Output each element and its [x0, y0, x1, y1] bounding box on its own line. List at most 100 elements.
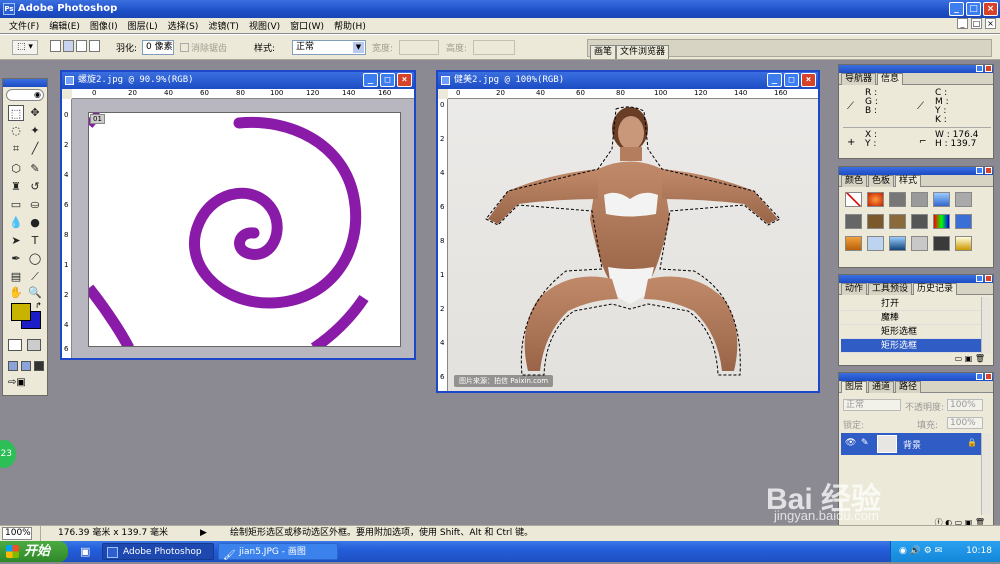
doc-minimize-button[interactable]: _: [957, 18, 968, 29]
style-swatch[interactable]: [867, 236, 884, 251]
pen-tool-icon[interactable]: ✒: [8, 251, 24, 267]
show-desktop-icon[interactable]: ▣: [80, 545, 90, 558]
fill-input[interactable]: 100%: [947, 417, 983, 429]
photo-canvas[interactable]: 图片来源：拍信 Paixin.com: [448, 99, 818, 391]
move-tool-icon[interactable]: ✥: [27, 105, 43, 121]
paint-bucket-icon[interactable]: ⛀: [27, 197, 43, 213]
menu-file[interactable]: 文件(F): [4, 19, 44, 32]
tab-navigator[interactable]: 导航器: [841, 73, 877, 85]
tool-preset-picker[interactable]: ⬚ ▾: [12, 40, 38, 55]
style-swatch[interactable]: [933, 192, 950, 207]
layer-row-background[interactable]: 👁 ✎ 背景 🔒: [841, 433, 981, 455]
menu-edit[interactable]: 编辑(E): [44, 19, 85, 32]
palette-minimize-button[interactable]: [976, 65, 983, 72]
start-button[interactable]: 开始: [0, 541, 68, 562]
hand-tool-icon[interactable]: ✋: [8, 285, 24, 301]
palette-title-bar[interactable]: [839, 373, 993, 381]
style-swatch[interactable]: [955, 236, 972, 251]
maximize-button[interactable]: □: [966, 2, 981, 16]
menu-select[interactable]: 选择(S): [163, 19, 204, 32]
tray-icons[interactable]: ◉ 🔊 ⚙ ✉: [899, 541, 942, 562]
palette-close-button[interactable]: [985, 167, 992, 174]
eraser-tool-icon[interactable]: ▭: [8, 197, 24, 213]
doc2-maximize-button[interactable]: □: [784, 73, 799, 87]
tab-styles[interactable]: 样式: [895, 175, 922, 187]
menu-window[interactable]: 窗口(W): [285, 19, 329, 32]
style-swatch[interactable]: [911, 192, 928, 207]
history-footer-icons[interactable]: ▭ ▣ 🗑: [841, 354, 991, 364]
tab-actions[interactable]: 动作: [841, 283, 868, 295]
status-arrow-icon[interactable]: ▶: [200, 526, 207, 541]
height-input[interactable]: [473, 40, 515, 55]
palette-minimize-button[interactable]: [976, 167, 983, 174]
slice-tool-icon[interactable]: ╱: [27, 141, 43, 157]
brush-tool-icon[interactable]: ✎: [27, 161, 43, 177]
menu-image[interactable]: 图像(I): [85, 19, 123, 32]
doc1-title-bar[interactable]: 螺旋2.jpg @ 90.9%(RGB) _ □ ×: [62, 72, 414, 89]
clone-stamp-icon[interactable]: ♜: [8, 179, 24, 195]
menu-layer[interactable]: 图层(L): [123, 19, 163, 32]
style-swatch[interactable]: [955, 214, 972, 229]
healing-brush-icon[interactable]: ⬡: [8, 161, 24, 177]
add-selection-icon[interactable]: [63, 40, 74, 52]
history-item[interactable]: 矩形选框: [841, 325, 981, 339]
tab-history[interactable]: 历史记录: [913, 283, 958, 295]
shape-tool-icon[interactable]: ◯: [27, 251, 43, 267]
style-swatch[interactable]: [911, 214, 928, 229]
style-swatch[interactable]: [933, 214, 950, 229]
dodge-tool-icon[interactable]: ●: [27, 215, 43, 231]
tab-paths[interactable]: 路径: [895, 381, 922, 393]
history-brush-icon[interactable]: ↺: [27, 179, 43, 195]
magic-wand-tool-icon[interactable]: ✦: [27, 123, 43, 139]
blur-tool-icon[interactable]: 💧: [8, 215, 24, 231]
notes-tool-icon[interactable]: ▤: [8, 269, 24, 285]
menu-view[interactable]: 视图(V): [244, 19, 285, 32]
tab-color[interactable]: 颜色: [841, 175, 868, 187]
palette-close-button[interactable]: [985, 275, 992, 282]
style-swatch[interactable]: [845, 192, 862, 207]
taskbar-item-paint[interactable]: 🖌 jian5.JPG - 画图: [218, 543, 338, 561]
lasso-tool-icon[interactable]: ◌: [8, 123, 24, 139]
foreground-color-swatch[interactable]: [11, 303, 31, 321]
close-button[interactable]: ×: [983, 2, 998, 16]
style-swatch[interactable]: [845, 214, 862, 229]
history-item[interactable]: 魔棒: [841, 311, 981, 325]
doc2-close-button[interactable]: ×: [801, 73, 816, 87]
doc1-close-button[interactable]: ×: [397, 73, 412, 87]
zoom-tool-icon[interactable]: 🔍: [27, 285, 43, 301]
history-item[interactable]: 打开: [841, 297, 981, 311]
history-item-selected[interactable]: 矩形选框: [841, 339, 981, 353]
subtract-selection-icon[interactable]: [76, 40, 87, 52]
style-swatch[interactable]: [889, 192, 906, 207]
layers-scrollbar[interactable]: [981, 433, 991, 515]
screen-mode-standard-icon[interactable]: [8, 361, 18, 371]
palette-minimize-button[interactable]: [976, 373, 983, 380]
width-input[interactable]: [399, 40, 439, 55]
tab-swatches[interactable]: 色板: [868, 175, 895, 187]
path-selection-icon[interactable]: ➤: [8, 233, 24, 249]
style-swatch[interactable]: [867, 214, 884, 229]
crop-tool-icon[interactable]: ⌗: [8, 141, 24, 157]
zoom-level-field[interactable]: 100%: [2, 527, 32, 540]
adobe-online-icon[interactable]: ◉: [6, 89, 44, 101]
feather-input[interactable]: 0 像素: [142, 40, 174, 55]
style-select[interactable]: 正常 ▼: [292, 40, 366, 55]
palette-minimize-button[interactable]: [976, 275, 983, 282]
style-swatch[interactable]: [889, 236, 906, 251]
tab-tool-presets[interactable]: 工具预设: [868, 283, 913, 295]
marquee-tool-icon[interactable]: ⬚: [8, 105, 24, 121]
doc2-title-bar[interactable]: 健美2.jpg @ 100%(RGB) _ □ ×: [438, 72, 818, 89]
document-window-photo[interactable]: 健美2.jpg @ 100%(RGB) _ □ × 0 20 40 60 80 …: [436, 70, 820, 393]
well-tab-file-browser[interactable]: 文件浏览器: [616, 45, 670, 59]
style-swatch[interactable]: [955, 192, 972, 207]
doc1-minimize-button[interactable]: _: [363, 73, 378, 87]
style-swatch[interactable]: [933, 236, 950, 251]
palette-close-button[interactable]: [985, 65, 992, 72]
minimize-button[interactable]: _: [949, 2, 964, 16]
tab-info[interactable]: 信息: [877, 73, 904, 85]
style-swatch[interactable]: [845, 236, 862, 251]
doc1-maximize-button[interactable]: □: [380, 73, 395, 87]
tab-channels[interactable]: 通道: [868, 381, 895, 393]
palette-title-bar[interactable]: [839, 65, 993, 73]
menu-filter[interactable]: 滤镜(T): [203, 19, 244, 32]
